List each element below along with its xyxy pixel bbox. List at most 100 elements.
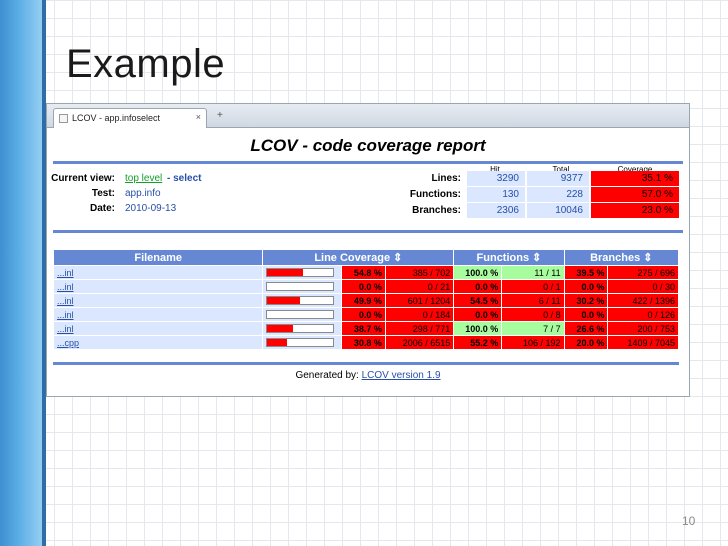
table-row: ...inl 54.8 % 385 / 702 100.0 % 11 / 11 39.5 … <box>54 266 678 279</box>
coverage-bar-track <box>266 310 335 319</box>
file-link[interactable]: ...cpp <box>54 336 263 349</box>
line-coverage-bar <box>263 336 342 349</box>
branches-percent: 30.2 % <box>564 294 608 307</box>
branches-count: 275 / 696 <box>608 266 678 279</box>
file-link[interactable]: ...inl <box>54 266 263 279</box>
line-coverage-count: 0 / 184 <box>385 308 454 321</box>
line-coverage-percent: 30.8 % <box>342 336 385 349</box>
functions-count: 0 / 8 <box>502 308 564 321</box>
branches-percent: 39.5 % <box>564 266 608 279</box>
functions-count: 11 / 11 <box>502 266 564 279</box>
line-coverage-count: 385 / 702 <box>385 266 454 279</box>
table-row: ...inl 0.0 % 0 / 184 0.0 % 0 / 8 0.0 % 0 / 126 <box>54 308 678 321</box>
functions-count: 7 / 7 <box>502 322 564 335</box>
line-coverage-count: 601 / 1204 <box>385 294 454 307</box>
functions-header[interactable]: Functions ⇕ <box>454 250 564 265</box>
filename-header[interactable]: Filename <box>54 250 263 265</box>
branches-total: 10046 <box>527 203 589 218</box>
lines-label: Lines: <box>431 173 461 184</box>
file-link[interactable]: ...inl <box>54 294 263 307</box>
line-coverage-bar <box>263 322 342 335</box>
branches-percent: 26.6 % <box>564 322 608 335</box>
coverage-table: Filename Line Coverage ⇕ Functions ⇕ Bra… <box>53 249 679 350</box>
line-coverage-bar <box>263 308 342 321</box>
current-view-label: Current view: <box>51 173 115 184</box>
branches-percent: 20.0 % <box>564 336 608 349</box>
file-link[interactable]: ...inl <box>54 322 263 335</box>
functions-count: 6 / 11 <box>502 294 564 307</box>
slide-page-number: 10 <box>682 514 696 528</box>
footer-divider <box>53 362 679 365</box>
branches-hit: 2306 <box>467 203 525 218</box>
coverage-bar-track <box>266 282 335 291</box>
coverage-bar-track <box>266 296 335 305</box>
browser-window: LCOV - app.infoselect × + LCOV - code co… <box>46 103 690 397</box>
close-icon[interactable]: × <box>196 112 201 122</box>
functions-total: 228 <box>527 187 589 202</box>
branches-count: 1409 / 7045 <box>608 336 678 349</box>
functions-percent: 100.0 % <box>454 322 502 335</box>
line-coverage-percent: 54.8 % <box>342 266 385 279</box>
branches-count: 0 / 30 <box>608 280 678 293</box>
new-tab-icon[interactable]: + <box>217 110 223 121</box>
branches-percent: 0.0 % <box>564 280 608 293</box>
lines-hit: 3290 <box>467 171 525 186</box>
branches-count: 422 / 1396 <box>608 294 678 307</box>
functions-hit: 130 <box>467 187 525 202</box>
functions-percent: 0.0 % <box>454 280 502 293</box>
file-link[interactable]: ...inl <box>54 280 263 293</box>
functions-percent: 54.5 % <box>454 294 502 307</box>
coverage-bar-fill <box>267 339 288 346</box>
branches-count: 200 / 753 <box>608 322 678 335</box>
current-view-select: - select <box>167 173 202 184</box>
slide-title: Example <box>66 42 226 86</box>
branches-label: Branches: <box>412 205 461 216</box>
functions-count: 0 / 1 <box>502 280 564 293</box>
functions-percent: 100.0 % <box>454 266 502 279</box>
branches-header[interactable]: Branches ⇕ <box>564 250 678 265</box>
functions-coverage: 57.0 % <box>591 187 679 202</box>
functions-count: 106 / 192 <box>502 336 564 349</box>
page-icon <box>59 114 68 123</box>
line-coverage-bar <box>263 294 342 307</box>
functions-percent: 55.2 % <box>454 336 502 349</box>
table-row: ...inl 38.7 % 298 / 771 100.0 % 7 / 7 26.6 % 2… <box>54 322 678 335</box>
report-info: Current view: top level - select Test: a… <box>47 164 689 230</box>
lcov-version-link[interactable]: LCOV version 1.9 <box>362 370 441 381</box>
coverage-bar-fill <box>267 269 304 276</box>
browser-tab[interactable]: LCOV - app.infoselect × <box>53 108 207 128</box>
table-row: ...inl 0.0 % 0 / 21 0.0 % 0 / 1 0.0 % 0 / 30 <box>54 280 678 293</box>
table-row: ...cpp 30.8 % 2006 / 6515 55.2 % 106 / 192 20… <box>54 336 678 349</box>
coverage-bar-track <box>266 338 335 347</box>
coverage-bar-track <box>266 268 335 277</box>
report-title: LCOV - code coverage report <box>250 136 486 155</box>
line-coverage-percent: 49.9 % <box>342 294 385 307</box>
line-coverage-count: 0 / 21 <box>385 280 454 293</box>
test-value: app.info <box>125 188 161 199</box>
browser-tab-bar: LCOV - app.infoselect × + <box>47 104 689 128</box>
line-coverage-bar <box>263 280 342 293</box>
line-coverage-count: 2006 / 6515 <box>385 336 454 349</box>
file-link[interactable]: ...inl <box>54 308 263 321</box>
lines-coverage: 35.1 % <box>591 171 679 186</box>
functions-label: Functions: <box>409 189 461 200</box>
coverage-bar-fill <box>267 297 301 304</box>
date-value: 2010-09-13 <box>125 203 177 214</box>
table-row: ...inl 49.9 % 601 / 1204 54.5 % 6 / 11 30.2 %… <box>54 294 678 307</box>
branches-count: 0 / 126 <box>608 308 678 321</box>
footer-prefix: Generated by: <box>295 370 362 381</box>
line-coverage-percent: 0.0 % <box>342 280 385 293</box>
coverage-bar-track <box>266 324 335 333</box>
lines-total: 9377 <box>527 171 589 186</box>
slide-side-band <box>0 0 46 546</box>
report-footer: Generated by: LCOV version 1.9 <box>47 370 689 381</box>
line-coverage-percent: 0.0 % <box>342 308 385 321</box>
branches-percent: 0.0 % <box>564 308 608 321</box>
coverage-rows: ...inl 54.8 % 385 / 702 100.0 % 11 / 11 39.5 … <box>54 266 678 349</box>
line-coverage-header[interactable]: Line Coverage ⇕ <box>263 250 454 265</box>
line-coverage-bar <box>263 266 342 279</box>
coverage-bar-fill <box>267 325 294 332</box>
line-coverage-percent: 38.7 % <box>342 322 385 335</box>
test-label: Test: <box>91 188 115 199</box>
top-level-link[interactable]: top level <box>125 173 162 184</box>
